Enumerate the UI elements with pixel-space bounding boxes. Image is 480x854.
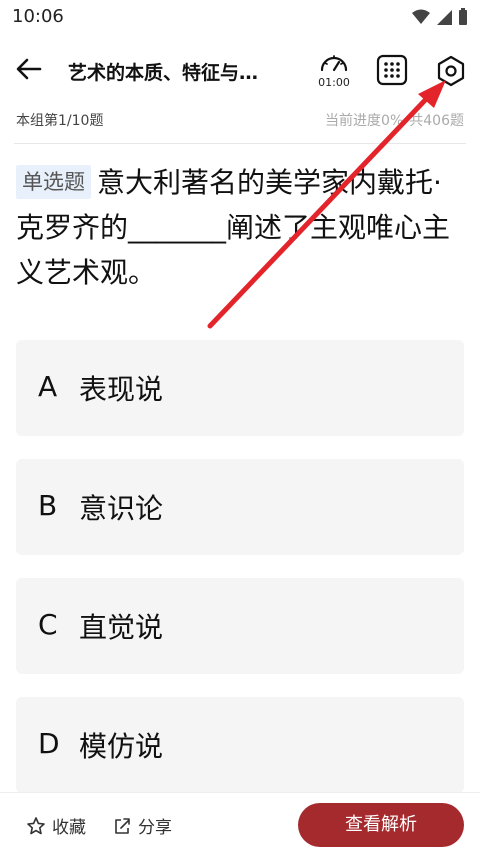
option-c[interactable]: C 直觉说: [16, 578, 464, 674]
status-icons: [412, 8, 468, 26]
total-questions: 共406题: [409, 113, 464, 129]
back-button[interactable]: [14, 54, 50, 86]
option-letter: D: [38, 727, 60, 760]
bottom-bar: 收藏 分享 查看解析: [0, 792, 480, 854]
app-bar: 艺术的本质、特征与… 01:00: [0, 40, 480, 100]
option-d[interactable]: D 模仿说: [16, 697, 464, 793]
settings-button[interactable]: [434, 54, 468, 88]
stopwatch-icon: [320, 55, 348, 72]
option-text: 意识论: [79, 492, 164, 525]
share-button[interactable]: 分享: [112, 813, 172, 838]
progress-row: 本组第1/10题 当前进度0% 共406题: [0, 108, 480, 136]
option-letter: C: [38, 608, 58, 641]
grid-icon: [376, 54, 408, 86]
question-type-tag: 单选题: [16, 165, 91, 199]
question-stem: 单选题 意大利著名的美学家内戴托·克罗齐的_______阐述了主观唯心主义艺术观。: [16, 160, 466, 295]
option-letter: B: [38, 489, 58, 522]
timer-button[interactable]: 01:00: [314, 50, 354, 96]
answer-sheet-button[interactable]: [376, 54, 408, 86]
status-time: 10:06: [12, 6, 64, 27]
view-analysis-button[interactable]: 查看解析: [298, 803, 464, 847]
current-progress: 当前进度0%: [325, 113, 404, 129]
option-text: 直觉说: [79, 611, 164, 644]
favorite-label: 收藏: [52, 818, 86, 838]
divider: [14, 143, 466, 144]
overall-progress: 当前进度0% 共406题: [325, 110, 464, 130]
option-a[interactable]: A 表现说: [16, 340, 464, 436]
status-bar: 10:06: [0, 0, 480, 34]
option-b[interactable]: B 意识论: [16, 459, 464, 555]
option-letter: A: [38, 370, 58, 403]
wifi-icon: [412, 9, 430, 24]
share-icon: [115, 817, 130, 834]
gear-icon: [437, 55, 465, 87]
battery-icon: [459, 8, 467, 25]
star-icon: [27, 816, 45, 834]
option-text: 模仿说: [79, 730, 164, 763]
group-progress: 本组第1/10题: [16, 113, 104, 129]
timer-text: 01:00: [318, 76, 350, 89]
page-title: 艺术的本质、特征与…: [68, 62, 259, 84]
option-text: 表现说: [79, 373, 164, 406]
back-arrow-icon: [16, 58, 42, 80]
signal-icon: [437, 10, 452, 25]
share-label: 分享: [138, 818, 172, 838]
favorite-button[interactable]: 收藏: [26, 813, 86, 838]
